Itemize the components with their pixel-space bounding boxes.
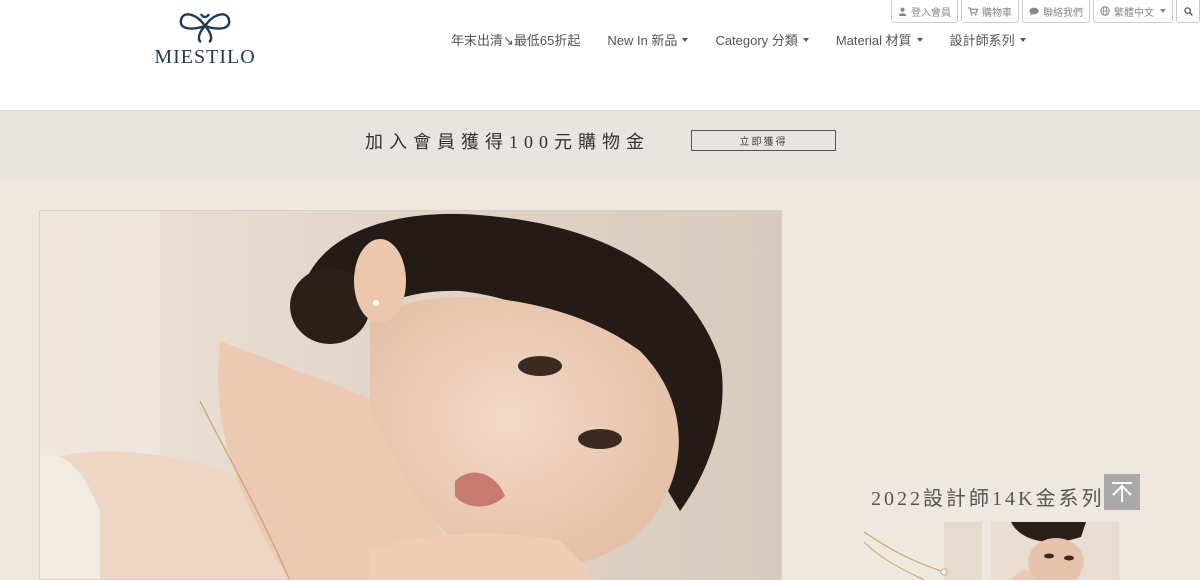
main-content: 2022設計師14K金系列	[0, 180, 1200, 580]
user-icon	[898, 7, 907, 16]
member-promo-banner: 加入會員獲得100元購物金 立即獲得	[0, 111, 1200, 180]
nav-item-sale[interactable]: 年末出清↘最低65折起	[451, 30, 580, 49]
caret-down-icon	[1019, 37, 1026, 42]
search-icon	[1183, 6, 1193, 16]
back-to-top-button[interactable]	[1104, 474, 1140, 510]
brand-name: MIESTILO	[154, 46, 256, 68]
language-label: 繁體中文	[1114, 7, 1154, 19]
banner-text: 加入會員獲得100元購物金	[365, 132, 650, 152]
nav-item-label: New In 新品	[607, 33, 678, 48]
site-header: MIESTILO 年末出清↘最低65折起 New In 新品 Category …	[0, 0, 1200, 111]
nav-item-designer[interactable]: 設計師系列	[950, 30, 1026, 49]
brand-logo[interactable]: MIESTILO	[150, 8, 260, 74]
contact-label: 聯絡我們	[1043, 7, 1083, 19]
cart-icon	[968, 6, 978, 16]
main-nav: 年末出清↘最低65折起 New In 新品 Category 分類 Materi…	[451, 30, 1053, 49]
model-portrait-image	[40, 211, 781, 579]
promo-title: 2022設計師14K金系列	[871, 488, 1105, 510]
language-select[interactable]: 繁體中文	[1093, 0, 1173, 23]
product-thumbnail[interactable]	[854, 522, 982, 580]
knot-logo-icon	[179, 13, 231, 44]
model-product-image	[991, 522, 1119, 580]
nav-item-material[interactable]: Material 材質	[836, 30, 923, 49]
nav-item-label: Material 材質	[835, 33, 912, 48]
hero-image[interactable]	[39, 210, 782, 580]
globe-icon	[1100, 6, 1110, 16]
search-button[interactable]	[1176, 0, 1200, 23]
login-label: 登入會員	[911, 7, 951, 19]
caret-down-icon	[1160, 9, 1166, 13]
chat-icon	[1029, 7, 1039, 16]
nav-item-label: 年末出清↘最低65折起	[451, 33, 581, 48]
necklace-product-image	[854, 522, 982, 580]
cart-button[interactable]: 購物車	[961, 0, 1019, 23]
login-button[interactable]: 登入會員	[891, 0, 958, 23]
top-utility-bar: 登入會員 購物車 聯絡我們 繁體中文	[891, 0, 1200, 23]
caret-down-icon	[682, 37, 689, 42]
nav-item-new-in[interactable]: New In 新品	[607, 30, 689, 49]
contact-button[interactable]: 聯絡我們	[1022, 0, 1090, 23]
product-thumbnail[interactable]	[991, 522, 1119, 580]
back-to-top-icon	[1112, 482, 1132, 502]
caret-down-icon	[802, 37, 809, 42]
cart-label: 購物車	[982, 7, 1012, 19]
nav-item-label: 設計師系列	[949, 33, 1015, 48]
caret-down-icon	[916, 37, 923, 42]
get-now-button[interactable]: 立即獲得	[691, 130, 836, 151]
nav-item-label: Category 分類	[715, 33, 798, 48]
nav-item-category[interactable]: Category 分類	[715, 30, 809, 49]
